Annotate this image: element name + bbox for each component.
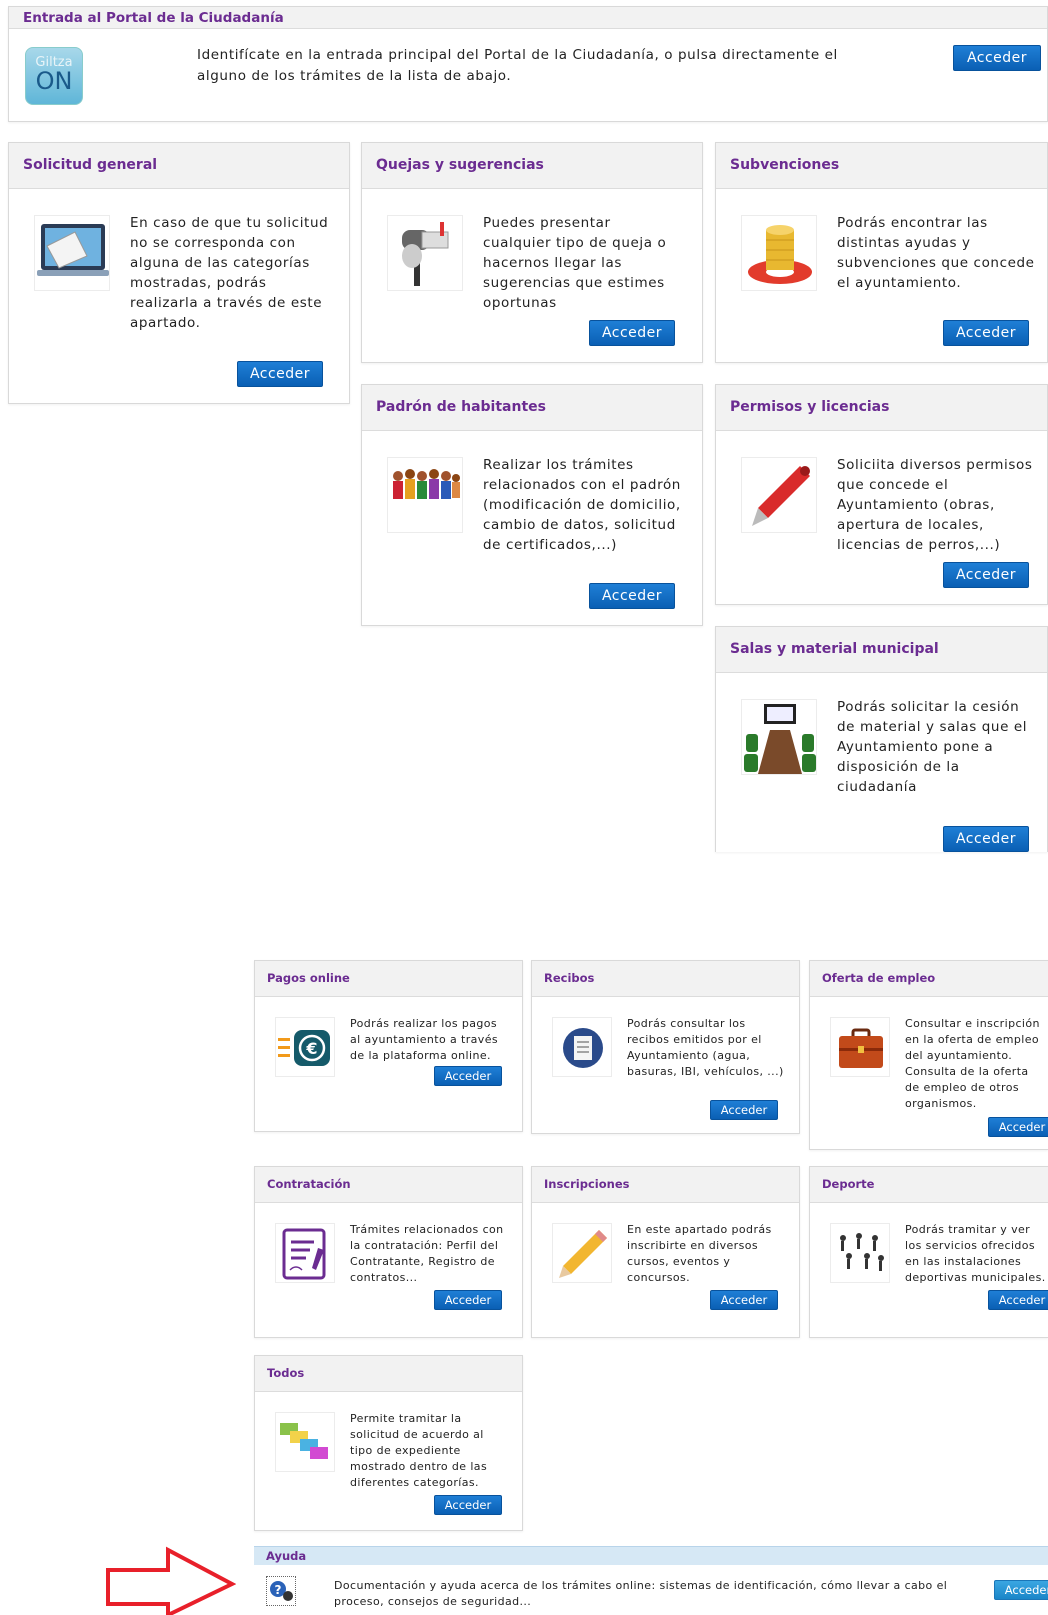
card-title: Todos: [255, 1356, 522, 1392]
card-salas-material: Salas y material municipal Podrás solici…: [715, 626, 1048, 852]
portal-entry-title: Entrada al Portal de la Ciudadanía: [9, 7, 1047, 29]
empleo-access-button[interactable]: Acceder: [988, 1117, 1048, 1137]
card-description: Permite tramitar la solicitud de acuerdo…: [350, 1412, 488, 1489]
portal-access-button[interactable]: Acceder: [953, 45, 1041, 71]
euro-payment-icon: €: [275, 1017, 335, 1077]
card-padron-habitantes: Padrón de habitantes Realizar los trámit…: [361, 384, 703, 626]
card-title: Quejas y sugerencias: [362, 143, 702, 189]
card-pagos-online: Pagos online € Podrás realizar los pagos…: [254, 960, 523, 1132]
card-description: Soliciita diversos permisos que concede …: [837, 457, 1033, 553]
card-description: Consultar e inscripción en la oferta de …: [905, 1017, 1040, 1110]
padron-access-button[interactable]: Acceder: [589, 583, 675, 609]
card-solicitud-general: Solicitud general En caso de que tu soli…: [8, 142, 350, 404]
help-question-icon: ?: [266, 1576, 296, 1606]
card-contratacion: Contratación Trámites relacionados con l…: [254, 1166, 523, 1338]
card-description: Podrás realizar los pagos al ayuntamient…: [350, 1017, 499, 1062]
card-subvenciones: Subvenciones Podrás encontrar las distin…: [715, 142, 1048, 363]
card-description: En caso de que tu solicitud no se corres…: [130, 215, 329, 331]
card-oferta-empleo: Oferta de empleo Consultar e inscripción…: [809, 960, 1048, 1150]
red-arrow-annotation: [106, 1546, 237, 1615]
deporte-access-button[interactable]: Acceder: [988, 1290, 1048, 1310]
people-group-icon: [387, 457, 463, 533]
card-title: Inscripciones: [532, 1167, 799, 1203]
svg-text:?: ?: [275, 1583, 282, 1597]
card-description: Trámites relacionados con la contratació…: [350, 1223, 504, 1284]
folders-icon: [275, 1412, 335, 1472]
portal-entry-panel: Entrada al Portal de la Ciudadanía Giltz…: [8, 6, 1048, 122]
card-description: En este apartado podrás inscribirte en d…: [627, 1223, 772, 1284]
card-deporte: Deporte Podrás tramitar y ver los servic…: [809, 1166, 1048, 1338]
pencil-icon: [552, 1223, 612, 1283]
card-title: Padrón de habitantes: [362, 385, 702, 431]
card-title: Oferta de empleo: [810, 961, 1048, 997]
contratacion-access-button[interactable]: Acceder: [434, 1290, 502, 1310]
card-title: Salas y material municipal: [716, 627, 1047, 673]
card-quejas-sugerencias: Quejas y sugerencias Puedes presentar cu…: [361, 142, 703, 363]
todos-access-button[interactable]: Acceder: [434, 1495, 502, 1515]
inscripciones-access-button[interactable]: Acceder: [710, 1290, 778, 1310]
card-title: Subvenciones: [716, 143, 1047, 189]
giltza-on-logo: Giltza ON: [25, 47, 83, 105]
salas-access-button[interactable]: Acceder: [943, 826, 1029, 852]
card-title: Solicitud general: [9, 143, 349, 189]
card-description: Realizar los trámites relacionados con e…: [483, 457, 681, 553]
solicitud-general-access-button[interactable]: Acceder: [237, 361, 323, 387]
svg-text:€: €: [305, 1039, 317, 1058]
subvenciones-access-button[interactable]: Acceder: [943, 320, 1029, 346]
quejas-access-button[interactable]: Acceder: [589, 320, 675, 346]
portal-entry-description: Identifícate en la entrada principal del…: [197, 47, 838, 84]
card-description: Podrás encontrar las distintas ayudas y …: [837, 215, 1035, 291]
help-description: Documentación y ayuda acerca de los trám…: [334, 1579, 948, 1608]
card-description: Podrás consultar los recibos emitidos po…: [627, 1017, 784, 1078]
logo-text-bottom: ON: [35, 67, 73, 95]
card-title: Pagos online: [255, 961, 522, 997]
card-title: Deporte: [810, 1167, 1048, 1203]
permisos-access-button[interactable]: Acceder: [943, 562, 1029, 588]
fountain-pen-icon: [741, 457, 817, 533]
briefcase-icon: [830, 1017, 890, 1077]
laptop-letter-icon: [34, 215, 110, 291]
athletes-icon: [830, 1223, 890, 1283]
card-title: Recibos: [532, 961, 799, 997]
card-description: Podrás tramitar y ver los servicios ofre…: [905, 1223, 1046, 1284]
conference-room-icon: [741, 699, 817, 775]
card-recibos: Recibos Podrás consultar los recibos emi…: [531, 960, 800, 1134]
mailbox-icon: [387, 215, 463, 291]
card-inscripciones: Inscripciones En este apartado podrás in…: [531, 1166, 800, 1338]
card-description: Puedes presentar cualquier tipo de queja…: [483, 215, 667, 311]
card-permisos-licencias: Permisos y licencias Soliciita diversos …: [715, 384, 1048, 605]
card-title: Contratación: [255, 1167, 522, 1203]
card-title: Permisos y licencias: [716, 385, 1047, 431]
help-title: Ayuda: [254, 1547, 1048, 1565]
card-todos: Todos Permite tramitar la solicitud de a…: [254, 1355, 523, 1531]
contract-icon: [275, 1223, 335, 1283]
pagos-access-button[interactable]: Acceder: [434, 1066, 502, 1086]
coins-lifebuoy-icon: [741, 215, 817, 291]
help-access-button[interactable]: Acceder: [994, 1580, 1048, 1600]
help-panel: Ayuda ? Documentación y ayuda acerca de …: [254, 1546, 1048, 1615]
receipt-icon: [552, 1017, 612, 1077]
recibos-access-button[interactable]: Acceder: [710, 1100, 778, 1120]
card-description: Podrás solicitar la cesión de material y…: [837, 699, 1028, 795]
